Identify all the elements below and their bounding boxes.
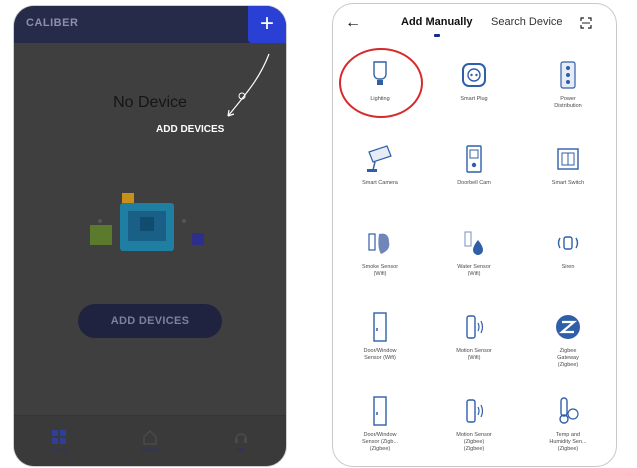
power-strip-icon: [560, 61, 576, 89]
device-item-smoke-sensor[interactable]: Smoke Sensor (Wifi): [333, 214, 427, 298]
tab-home[interactable]: Home: [29, 429, 89, 454]
motion-sensor-zigbee-icon: [466, 399, 484, 423]
device-category-grid: Lighting Smart Plug Power Distribution S…: [333, 46, 616, 466]
device-item-lighting[interactable]: Lighting: [333, 46, 427, 130]
device-item-power-distribution[interactable]: Power Distribution: [521, 46, 615, 130]
gateway-icon: [556, 315, 580, 339]
door-sensor-zigbee-icon: [373, 396, 387, 426]
device-label: Door/Window Sensor (Zigb... (Zigbee): [361, 432, 399, 452]
device-label: Lighting: [370, 96, 390, 102]
device-label: Smart Camera: [362, 180, 398, 186]
right-phone-screen: ← Add Manually Search Device Lighting Sm…: [333, 4, 616, 466]
device-item-water-sensor[interactable]: Water Sensor (Wifi): [427, 214, 521, 298]
smoke-sensor-icon: [368, 233, 390, 254]
device-label: Water Sensor (Wifi): [457, 264, 491, 277]
add-device-header: ← Add Manually Search Device: [333, 4, 616, 44]
device-item-door-window-sensor-zigbee[interactable]: Door/Window Sensor (Zigb... (Zigbee): [333, 382, 427, 466]
device-label: Smoke Sensor (Wifi): [361, 264, 399, 277]
add-devices-button[interactable]: ADD DEVICES: [78, 304, 222, 338]
device-item-temp-humidity-sensor[interactable]: Temp and Humidity Sen... (Zigbee): [521, 382, 615, 466]
device-item-door-window-sensor[interactable]: Door/Window Sensor (Wifi): [333, 298, 427, 382]
device-label: Temp and Humidity Sen... (Zigbee): [549, 432, 587, 452]
device-label: Motion Sensor (Zigbee) (Zigbee): [456, 432, 492, 452]
device-item-zigbee-gateway[interactable]: Zigbee Gateway (Zigbee): [521, 298, 615, 382]
tab-me[interactable]: Me: [211, 429, 271, 454]
device-item-smart-camera[interactable]: Smart Camera: [333, 130, 427, 214]
back-arrow-icon[interactable]: ←: [345, 14, 361, 32]
bulb-icon: [373, 61, 387, 85]
scan-icon[interactable]: [580, 17, 592, 29]
motion-sensor-icon: [466, 315, 484, 339]
doorbell-icon: [466, 145, 482, 173]
plug-icon: [462, 63, 486, 87]
device-item-siren[interactable]: Siren: [521, 214, 615, 298]
water-sensor-icon: [464, 231, 483, 255]
device-label: Door/Window Sensor (Wifi): [363, 348, 397, 361]
tab-label: Home: [51, 447, 68, 454]
tab-search-device[interactable]: Search Device: [491, 16, 563, 28]
tab-add-manually[interactable]: Add Manually: [401, 16, 473, 28]
device-label: Power Distribution: [554, 96, 582, 109]
device-label: Siren: [561, 264, 575, 270]
device-item-smart-plug[interactable]: Smart Plug: [427, 46, 521, 130]
device-label: Zigbee Gateway (Zigbee): [557, 348, 579, 368]
empty-devices-illustration: [90, 193, 204, 251]
active-tab-indicator: [434, 34, 440, 37]
door-sensor-icon: [373, 312, 387, 342]
tab-scene[interactable]: Scene: [120, 429, 180, 454]
device-item-motion-sensor[interactable]: Motion Sensor (Wifi): [427, 298, 521, 382]
grid-icon: [52, 429, 67, 444]
device-item-doorbell-cam[interactable]: Doorbell Cam: [427, 130, 521, 214]
tab-label: Me: [236, 447, 245, 454]
device-item-smart-switch[interactable]: Smart Switch: [521, 130, 615, 214]
tab-label: Scene: [141, 447, 159, 454]
left-phone-screen: CALIBER + No Device ADD DEVICES ADD DEVI…: [14, 6, 286, 466]
home-icon: [143, 429, 157, 445]
siren-icon: [557, 236, 579, 250]
device-item-motion-sensor-zigbee[interactable]: Motion Sensor (Zigbee) (Zigbee): [427, 382, 521, 466]
bottom-tab-bar: Home Scene Me: [14, 415, 286, 466]
device-label: Doorbell Cam: [457, 180, 491, 186]
device-label: Motion Sensor (Wifi): [456, 348, 492, 361]
camera-icon: [367, 145, 392, 172]
switch-icon: [557, 148, 579, 170]
thermometer-icon: [559, 397, 579, 424]
device-label: Smart Switch: [551, 180, 585, 186]
annotation-arrow: [227, 53, 270, 117]
device-label: Smart Plug: [460, 96, 488, 102]
headset-icon: [234, 432, 247, 443]
